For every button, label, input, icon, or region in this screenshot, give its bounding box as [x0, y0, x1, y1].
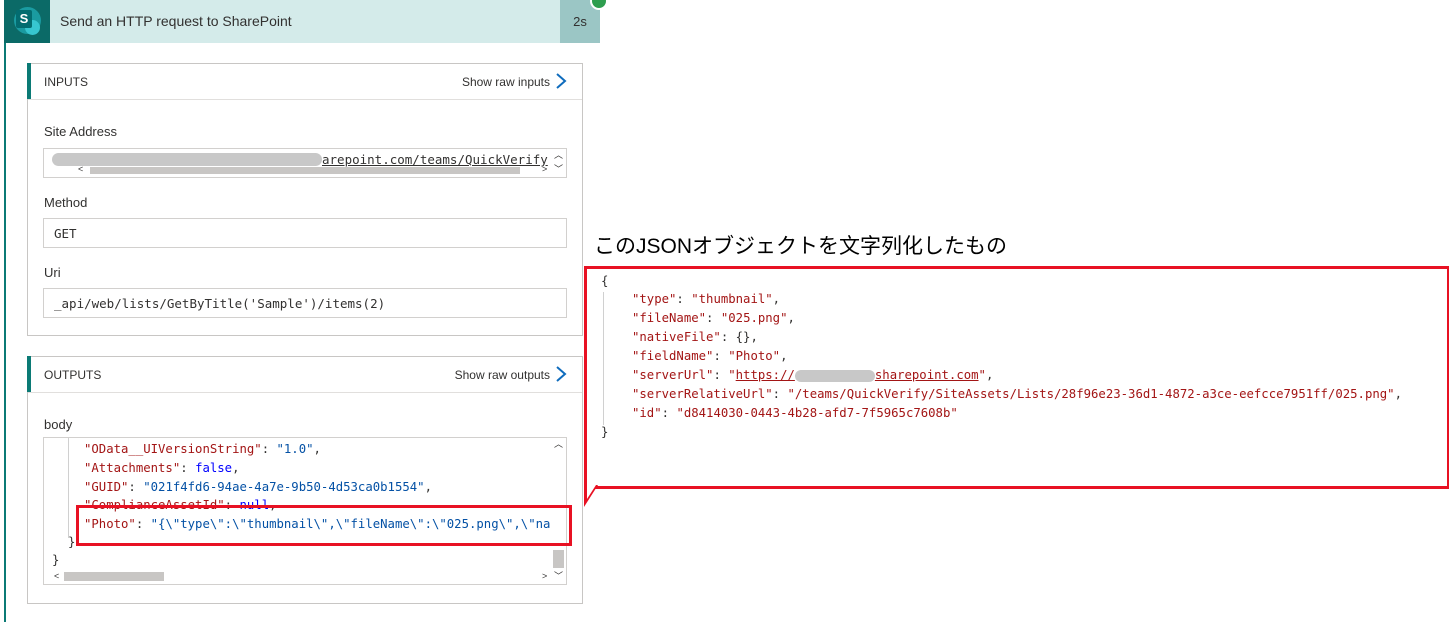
json-line: "id": "d8414030-0443-4b28-afd7-7f5965c76…: [632, 406, 958, 420]
outputs-label: OUTPUTS: [44, 368, 102, 382]
code-close-inner: }: [68, 535, 76, 549]
callout-title: このJSONオブジェクトを文字列化したもの: [594, 235, 1008, 258]
scroll-up-icon[interactable]: ︿: [554, 151, 563, 160]
uri-field[interactable]: _api/web/lists/GetByTitle('Sample')/item…: [43, 288, 567, 318]
indent-guide: [603, 292, 604, 425]
vertical-scrollbar[interactable]: [553, 550, 564, 568]
json-line: "serverUrl": "https://sharepoint.com",: [632, 368, 994, 382]
scroll-left-icon[interactable]: <: [78, 165, 83, 174]
site-address-label: Site Address: [44, 124, 117, 139]
inputs-section: INPUTS Show raw inputs Site Address arep…: [27, 63, 583, 336]
site-address-value: arepoint.com/teams/QuickVerify: [322, 152, 548, 167]
json-line: "nativeFile": {},: [632, 330, 758, 344]
sharepoint-icon: S: [4, 0, 50, 43]
photo-highlight-box: [76, 505, 572, 546]
method-label: Method: [44, 195, 88, 210]
scroll-right-icon[interactable]: >: [542, 165, 547, 174]
scroll-right-icon[interactable]: >: [542, 572, 547, 581]
body-label: body: [44, 417, 73, 432]
inputs-header: INPUTS Show raw inputs: [27, 63, 582, 100]
uri-value: _api/web/lists/GetByTitle('Sample')/item…: [54, 296, 386, 311]
method-value: GET: [54, 226, 77, 241]
outputs-section: OUTPUTS Show raw outputs body "OData__UI…: [27, 356, 583, 604]
redacted-blur: [794, 369, 875, 382]
server-url-link[interactable]: https://: [736, 368, 795, 382]
show-raw-outputs-link[interactable]: Show raw outputs: [455, 368, 550, 382]
json-line: "fileName": "025.png",: [632, 311, 795, 325]
chevron-right-icon[interactable]: [554, 365, 568, 383]
inputs-label: INPUTS: [44, 75, 89, 89]
outputs-header: OUTPUTS Show raw outputs: [27, 356, 582, 393]
show-raw-inputs-link[interactable]: Show raw inputs: [462, 75, 550, 89]
scroll-left-icon[interactable]: <: [54, 572, 59, 581]
json-line: "fieldName": "Photo",: [632, 349, 788, 363]
method-field[interactable]: GET: [43, 218, 567, 248]
code-close-outer: }: [52, 553, 60, 567]
json-close-brace: }: [601, 425, 609, 439]
scroll-down-icon[interactable]: ﹀: [554, 572, 563, 581]
action-title: Send an HTTP request to SharePoint: [60, 13, 292, 29]
chevron-right-icon[interactable]: [554, 72, 568, 90]
site-address-field[interactable]: arepoint.com/teams/QuickVerify < > ︿ ﹀: [43, 148, 567, 178]
scroll-up-icon[interactable]: ︿: [554, 440, 563, 449]
scroll-down-icon[interactable]: ﹀: [554, 165, 563, 174]
horizontal-scrollbar[interactable]: [90, 167, 520, 174]
horizontal-scrollbar[interactable]: [64, 572, 164, 581]
json-open-brace: {: [601, 274, 609, 288]
json-line: "type": "thumbnail",: [632, 292, 781, 306]
redacted-blur: [52, 153, 322, 166]
json-line: "serverRelativeUrl": "/teams/QuickVerify…: [632, 387, 1402, 401]
code-line: "GUID": "021f4fd6-94ae-4a7e-9b50-4d53ca0…: [84, 480, 432, 494]
card-left-rail: [4, 40, 6, 622]
code-line: "OData__UIVersionString": "1.0",: [84, 442, 321, 456]
code-line: "Attachments": false,: [84, 461, 240, 475]
uri-label: Uri: [44, 265, 61, 280]
